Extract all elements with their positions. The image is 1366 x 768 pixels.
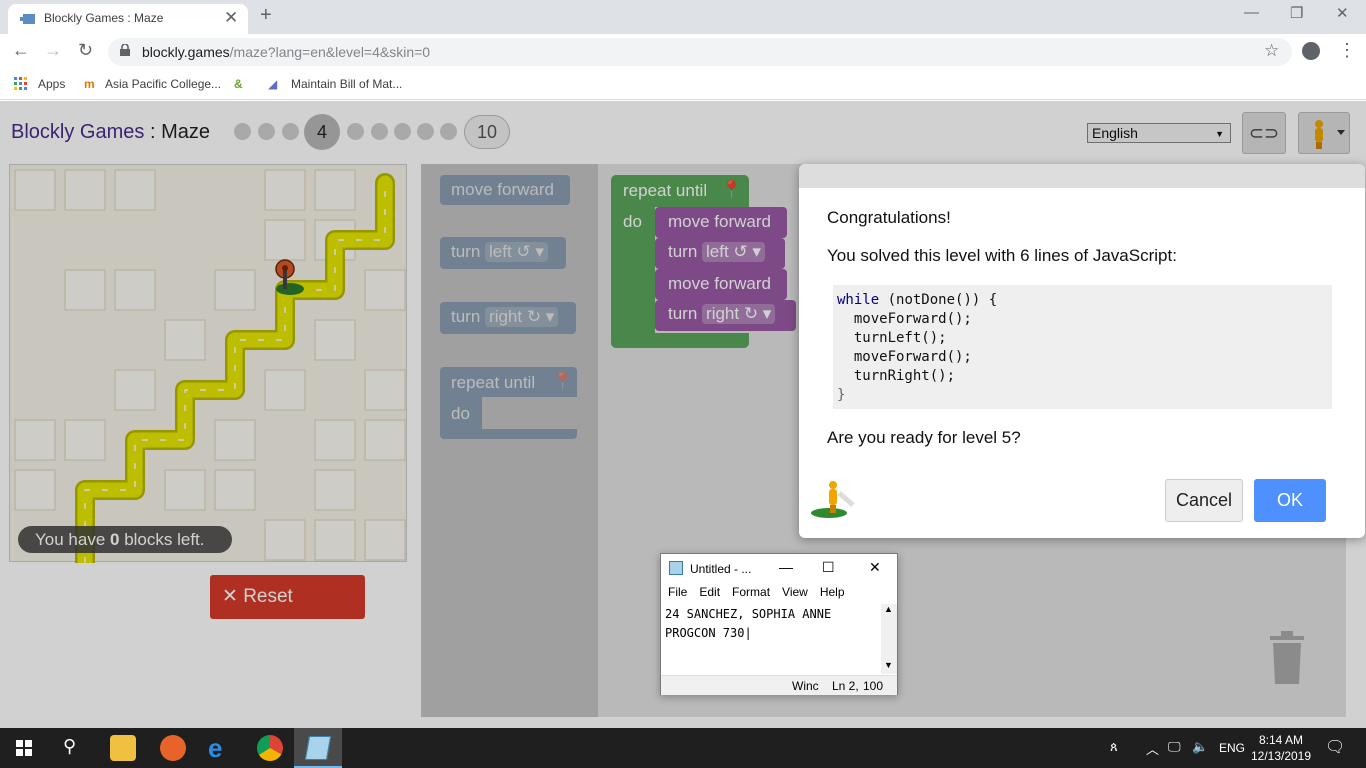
people-icon[interactable]: ጰ — [1110, 739, 1118, 755]
notepad-taskbar-icon — [304, 736, 332, 760]
menu-file[interactable]: File — [668, 585, 687, 599]
notepad-icon — [669, 561, 683, 575]
lock-icon — [120, 44, 130, 56]
puzzle-favicon-icon — [20, 14, 35, 24]
leaf-icon[interactable]: & — [234, 77, 243, 91]
restore-icon[interactable]: ❐ — [1290, 4, 1303, 22]
search-icon[interactable]: ⚲ — [63, 736, 76, 757]
menu-view[interactable]: View — [782, 585, 808, 599]
menu-help[interactable]: Help — [820, 585, 845, 599]
notepad-status-bar: Winc Ln 2, 100 — [661, 675, 897, 695]
status-position: Ln 2, — [832, 679, 859, 693]
tab-close-icon[interactable]: ✕ — [224, 8, 238, 28]
windows-start-icon[interactable] — [16, 740, 32, 756]
reload-icon[interactable]: ↻ — [78, 40, 93, 61]
notepad-line-2: PROGCON 730 — [665, 626, 745, 640]
menu-format[interactable]: Format — [732, 585, 770, 599]
scroll-down-icon[interactable]: ▼ — [884, 660, 893, 670]
apc-logo-icon: m — [84, 77, 95, 91]
profile-avatar-icon[interactable] — [1302, 42, 1320, 60]
notepad-window: Untitled - ... — ☐ ✕ File Edit Format View H… — [660, 553, 898, 695]
code-line-3: turnLeft(); — [837, 330, 947, 346]
status-zoom: 100 — [863, 679, 884, 693]
code-line-6: } — [837, 387, 846, 403]
code-line-4: moveForward(); — [837, 349, 972, 365]
window-close-icon[interactable]: ✕ — [1336, 4, 1349, 22]
code-line-1: (notDone()) { — [879, 292, 998, 308]
code-line-2: moveForward(); — [837, 311, 972, 327]
code-line-5: turnRight(); — [837, 368, 956, 384]
ok-button[interactable]: OK — [1254, 479, 1326, 522]
bookmark-bom[interactable]: Maintain Bill of Mat... — [291, 77, 402, 91]
dialog-message: You solved this level with 6 lines of Ja… — [827, 246, 1177, 265]
pegman-icon — [811, 481, 855, 518]
dialog-title-bar[interactable] — [799, 164, 1365, 188]
powerapps-icon: ◢ — [268, 77, 278, 91]
clock-time: 8:14 AM — [1258, 733, 1304, 747]
input-language[interactable]: ENG — [1219, 741, 1245, 755]
apps-grid-icon[interactable] — [14, 77, 28, 91]
bookmark-apps[interactable]: Apps — [38, 77, 65, 91]
firefox-icon[interactable] — [160, 735, 186, 761]
tab-title: Blockly Games : Maze — [44, 11, 164, 25]
back-icon[interactable]: ← — [12, 40, 30, 61]
address-bar[interactable]: blockly.games/maze?lang=en&level=4&skin=… — [108, 38, 1292, 66]
congratulations-dialog: Congratulations! You solved this level w… — [799, 164, 1365, 538]
notepad-menu-bar: File Edit Format View Help — [661, 585, 897, 603]
edge-icon[interactable]: e — [208, 733, 222, 764]
notepad-scrollbar[interactable]: ▲ ▼ — [881, 604, 897, 674]
windows-taskbar — [0, 728, 1366, 768]
notepad-close-icon[interactable]: ✕ — [869, 559, 881, 576]
status-encoding: Winc — [792, 679, 819, 693]
tray-chevron-icon[interactable]: ︿ — [1146, 739, 1159, 758]
chrome-icon[interactable] — [257, 735, 283, 761]
network-icon[interactable]: 🖵 — [1168, 739, 1181, 755]
forward-icon[interactable]: → — [44, 40, 62, 61]
dialog-heading: Congratulations! — [827, 208, 951, 227]
notepad-title: Untitled - ... — [690, 562, 752, 576]
notepad-minimize-icon[interactable]: — — [779, 559, 793, 575]
file-explorer-icon[interactable] — [110, 735, 136, 761]
minimize-icon[interactable]: — — [1244, 4, 1259, 21]
clock-date: 12/13/2019 — [1250, 749, 1312, 763]
url-domain: blockly.games — [142, 44, 230, 60]
notepad-maximize-icon[interactable]: ☐ — [822, 559, 835, 576]
chrome-menu-icon[interactable]: ⋮ — [1338, 40, 1356, 61]
next-level-prompt: Are you ready for level 5? — [827, 428, 1021, 447]
browser-tab[interactable]: Blockly Games : Maze ✕ — [8, 4, 248, 34]
system-clock[interactable]: 8:14 AM 12/13/2019 — [1246, 732, 1316, 764]
url-text: blockly.games/maze?lang=en&level=4&skin=… — [142, 44, 430, 60]
code-keyword: while — [837, 292, 880, 308]
scroll-up-icon[interactable]: ▲ — [884, 604, 893, 614]
menu-edit[interactable]: Edit — [699, 585, 720, 599]
bookmark-star-icon[interactable]: ☆ — [1264, 41, 1279, 61]
notifications-icon[interactable]: 🗨 — [1325, 737, 1345, 757]
url-path: /maze?lang=en&level=4&skin=0 — [229, 44, 431, 60]
notepad-line-1: 24 SANCHEZ, SOPHIA ANNE — [665, 607, 832, 621]
bookmark-apc[interactable]: Asia Pacific College... — [105, 77, 221, 91]
volume-icon[interactable]: 🔈 — [1192, 739, 1208, 755]
notepad-text-area[interactable]: 24 SANCHEZ, SOPHIA ANNE PROGCON 730| — [665, 605, 831, 643]
cancel-button[interactable]: Cancel — [1165, 479, 1243, 522]
new-tab-icon[interactable]: + — [260, 4, 272, 27]
solution-code: while (notDone()) { moveForward(); turnL… — [833, 285, 1332, 409]
